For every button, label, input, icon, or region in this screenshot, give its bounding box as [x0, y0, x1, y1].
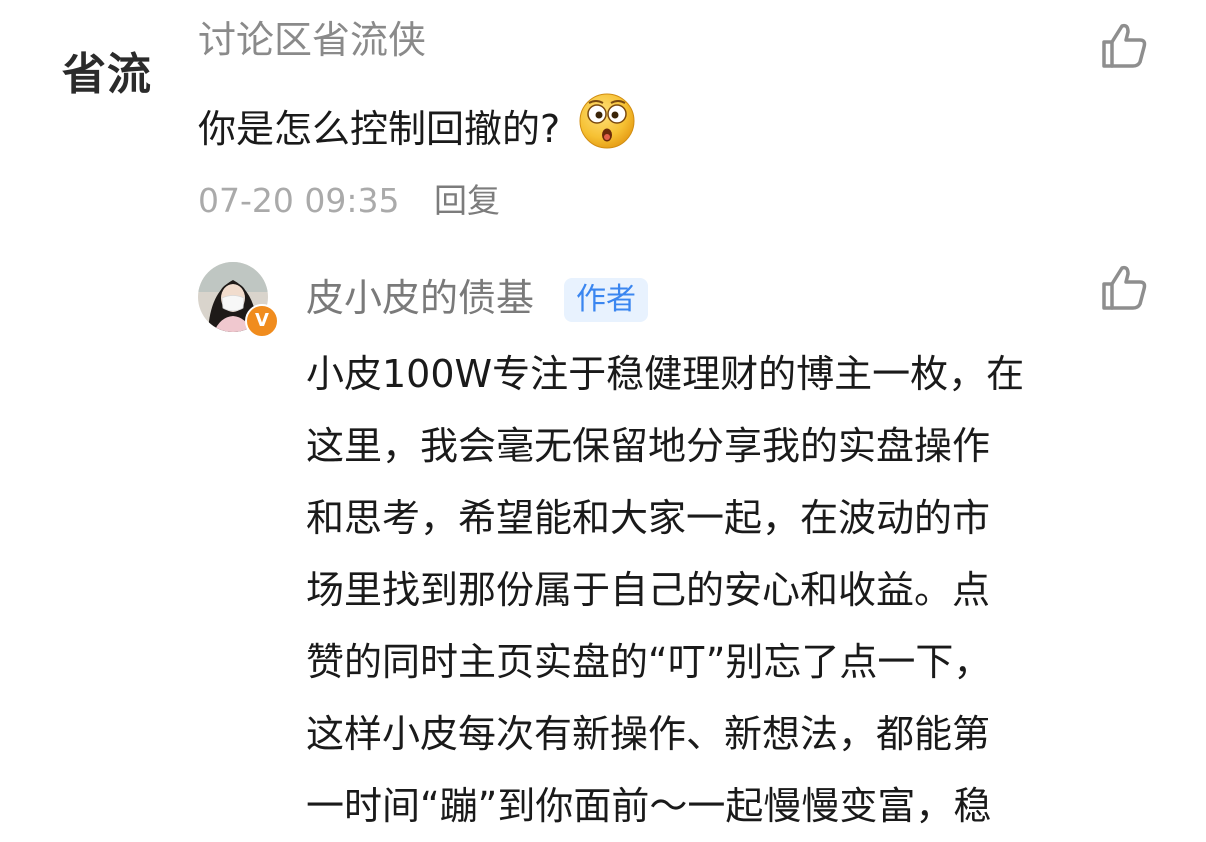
- shocked-face-emoji-icon: [578, 92, 636, 165]
- commenter-avatar-text[interactable]: 省流: [62, 40, 172, 110]
- comment-like-button[interactable]: [1098, 20, 1150, 72]
- reply-text-line: 这样小皮每次有新操作、新想法，都能第: [306, 712, 991, 756]
- comment-text: 你是怎么控制回撤的?: [198, 93, 636, 165]
- reply-text-line: 这里，我会毫无保留地分享我的实盘操作: [306, 424, 991, 468]
- reply-text-line: 和思考，希望能和大家一起，在波动的市: [306, 496, 991, 540]
- verified-badge-icon: V: [245, 304, 279, 338]
- author-badge: 作者: [564, 278, 648, 322]
- reply-text-line: 场里找到那份属于自己的安心和收益。点: [306, 568, 991, 612]
- reply-text: 小皮100W专注于稳健理财的博主一枚，在 这里，我会毫无保留地分享我的实盘操作 …: [306, 338, 1106, 842]
- comment-timestamp: 07-20 09:35: [198, 181, 400, 220]
- thumbs-up-icon: [1102, 265, 1147, 310]
- reply-text-line: 一时间“蹦”到你面前～一起慢慢变富，稳: [306, 784, 992, 828]
- commenter-username[interactable]: 讨论区省流侠: [198, 14, 426, 66]
- reply-username[interactable]: 皮小皮的债基: [306, 272, 534, 324]
- comment-text-content: 你是怎么控制回撤的?: [198, 107, 561, 151]
- thumbs-up-icon: [1102, 23, 1147, 68]
- reply-button[interactable]: 回复: [434, 178, 500, 224]
- reply-text-line: 小皮100W专注于稳健理财的博主一枚，在: [306, 352, 1025, 396]
- reply-like-button[interactable]: [1098, 262, 1150, 314]
- reply-text-line: 赞的同时主页实盘的“叮”别忘了点一下，: [306, 640, 992, 684]
